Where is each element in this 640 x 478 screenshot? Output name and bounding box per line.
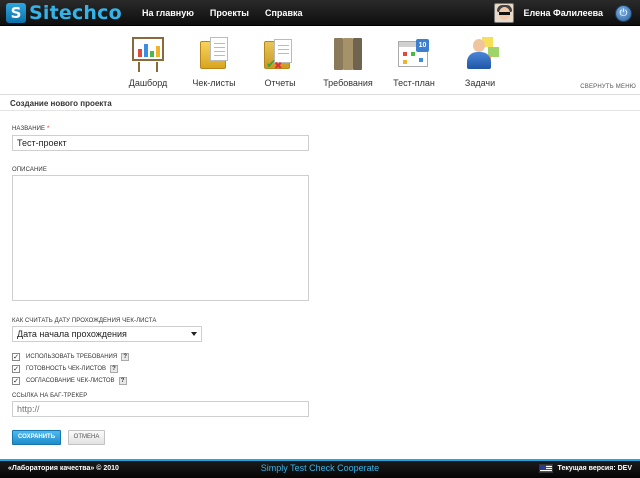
requirements-icon (328, 35, 368, 73)
toolbar-item-test-plan[interactable]: 10 Тест-план (382, 35, 446, 88)
page-title-bar: Создание нового проекта (0, 96, 640, 111)
date-mode-selected: Дата начала прохождения (17, 329, 127, 339)
reports-icon: ✔ ✖ (260, 35, 300, 73)
date-mode-select[interactable]: Дата начала прохождения (12, 326, 202, 342)
checkbox-label: ИСПОЛЬЗОВАТЬ ТРЕБОВАНИЯ (26, 354, 118, 360)
checkbox-label: СОГЛАСОВАНИЕ ЧЕК-ЛИСТОВ (26, 378, 115, 384)
logout-power-icon[interactable]: ⏻ (615, 4, 632, 22)
cancel-button[interactable]: ОТМЕНА (68, 430, 105, 445)
toolbar-label: Дашборд (128, 78, 168, 88)
version-info: Текущая версия: DEV (538, 464, 632, 473)
description-label: ОПИСАНИЕ (12, 167, 47, 173)
toolbar-label: Требования (323, 78, 373, 88)
toolbar-item-reports[interactable]: ✔ ✖ Отчеты (248, 35, 312, 88)
nav-projects[interactable]: Проекты (210, 8, 249, 18)
footer: «Лаборатория качества» © 2010 Simply Tes… (0, 459, 640, 478)
logo[interactable]: S Sitechco (6, 3, 122, 23)
toolbar-label: Отчеты (264, 78, 296, 88)
user-panel: Елена Фалилеева ⏻ (494, 3, 632, 23)
toolbar-item-requirements[interactable]: Требования (316, 35, 380, 88)
required-mark: * (46, 126, 50, 132)
top-bar: S Sitechco На главную Проекты Справка Ел… (0, 0, 640, 26)
page-title: Создание нового проекта (10, 99, 112, 108)
nav-help[interactable]: Справка (265, 8, 302, 18)
avatar[interactable] (494, 3, 515, 23)
tasks-icon (460, 35, 500, 73)
test-plan-icon: 10 (394, 35, 434, 73)
module-toolbar: Дашборд Чек-листы ✔ ✖ Отчеты Требования … (0, 27, 640, 95)
bugtracker-label: ССЫЛКА НА БАГ-ТРЕКЕР (12, 393, 88, 399)
toolbar-item-checklists[interactable]: Чек-листы (182, 35, 246, 88)
checklists-icon (194, 35, 234, 73)
toolbar-item-dashboard[interactable]: Дашборд (116, 35, 180, 88)
checklist-approval-row: ✓ СОГЛАСОВАНИЕ ЧЕК-ЛИСТОВ ? (12, 376, 127, 386)
logo-text: Sitechco (29, 2, 122, 24)
dashboard-icon (128, 35, 168, 73)
date-mode-label: КАК СЧИТАТЬ ДАТУ ПРОХОЖДЕНИЯ ЧЕК-ЛИСТА (12, 318, 157, 324)
checkbox-label: ГОТОВНОСТЬ ЧЕК-ЛИСТОВ (26, 366, 106, 372)
toolbar-item-tasks[interactable]: Задачи (448, 35, 512, 88)
us-flag-icon[interactable] (538, 464, 553, 473)
use-requirements-row: ✓ ИСПОЛЬЗОВАТЬ ТРЕБОВАНИЯ ? (12, 352, 130, 362)
logo-mark-icon: S (6, 3, 26, 23)
toolbar-label: Задачи (464, 78, 496, 88)
bugtracker-url-input[interactable] (12, 401, 309, 417)
version-text: Текущая версия: DEV (557, 465, 632, 472)
collapse-menu-link[interactable]: СВЕРНУТЬ МЕНЮ (580, 84, 636, 90)
user-name[interactable]: Елена Фалилеева (523, 8, 603, 18)
save-button[interactable]: СОХРАНИТЬ (12, 430, 61, 445)
name-label: НАЗВАНИЕ * (12, 126, 50, 132)
checklist-readiness-checkbox[interactable]: ✓ (12, 365, 20, 373)
chevron-down-icon (191, 332, 197, 336)
description-textarea[interactable] (12, 175, 309, 301)
checklist-approval-checkbox[interactable]: ✓ (12, 377, 20, 385)
help-icon[interactable]: ? (110, 365, 118, 373)
project-name-input[interactable] (12, 135, 309, 151)
calendar-badge: 10 (416, 39, 429, 52)
nav-home[interactable]: На главную (142, 8, 194, 18)
use-requirements-checkbox[interactable]: ✓ (12, 353, 20, 361)
checklist-readiness-row: ✓ ГОТОВНОСТЬ ЧЕК-ЛИСТОВ ? (12, 364, 118, 374)
toolbar-label: Чек-листы (192, 78, 236, 88)
main-nav: На главную Проекты Справка (142, 0, 318, 26)
toolbar-label: Тест-план (393, 78, 435, 88)
help-icon[interactable]: ? (121, 353, 130, 361)
help-icon[interactable]: ? (118, 377, 127, 385)
